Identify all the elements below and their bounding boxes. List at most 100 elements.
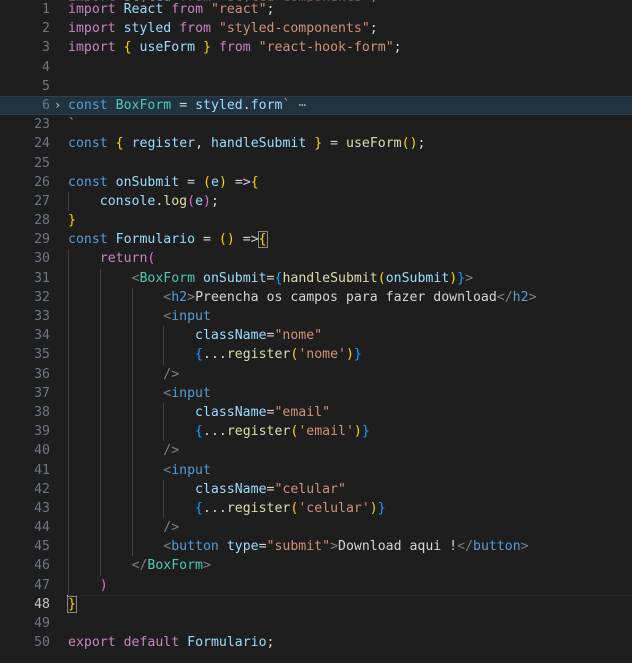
code-line: className="celular" [195,481,346,497]
line-number: 46 [34,558,50,574]
editor-line[interactable]: 26 const onSubmit = (e) =>{ [0,173,632,192]
line-number: 23 [34,117,50,133]
line-number: 30 [34,251,50,267]
editor-line[interactable]: 31 <BoxForm onSubmit={handleSubmit(onSub… [0,268,632,288]
editor-line[interactable]: 2 import styled from "styled-components"… [0,19,632,38]
line-number: 37 [34,385,50,401]
line-number: 27 [34,193,50,209]
line-number: 45 [34,539,50,555]
code-line: </BoxForm> [131,558,211,574]
editor-line[interactable]: 44 /> [0,518,632,538]
line-number: 39 [34,424,50,440]
editor-line[interactable]: 36 /> [0,364,632,384]
line-number: 33 [34,309,50,324]
editor-line[interactable]: 32 <h2>Preencha os campos para fazer dow… [0,287,632,307]
bracket-match: } [67,595,77,613]
line-number: 40 [34,443,50,459]
editor-line[interactable]: 45 <button type="submit">Download aqui !… [0,537,632,557]
editor-line[interactable]: 49 [0,614,632,633]
editor-line[interactable]: 39 {...register('email')} [0,422,632,442]
code-line: /> [163,366,180,382]
editor-line[interactable]: 30 return( [0,249,632,269]
editor-line[interactable]: 37 <input [0,383,632,403]
code-line: const { register, handleSubmit } = useFo… [68,136,426,152]
editor-line[interactable]: 27 console.log(e); [0,191,632,212]
code-line: {...register('email')} [195,424,370,440]
code-line: <input [163,385,211,401]
editor-line[interactable]: 34 className="nome" [0,326,632,346]
editor-line[interactable]: 43 {...register('celular')} [0,498,632,519]
line-number: 28 [34,213,50,229]
code-line: ) [99,577,108,593]
code-line: {...register('celular')} [195,500,386,516]
line-number: 42 [34,481,50,497]
code-editor[interactable]: import styled from "styled-components"; … [0,0,632,663]
editor-line[interactable]: 25 [0,154,632,173]
line-number: 44 [34,520,50,536]
editor-line[interactable]: 47 ) [0,575,632,595]
line-number: 5 [42,78,50,94]
code-line: <h2>Preencha os campos para fazer downlo… [163,289,537,305]
code-line: <BoxForm onSubmit={handleSubmit(onSubmit… [131,270,474,286]
editor-line[interactable]: 33 <input [0,307,632,327]
code-line: console.log(e); [99,193,219,209]
code-line: <input [163,462,211,478]
fold-ellipsis: ⋯ [298,97,307,113]
line-number: 49 [34,616,50,631]
editor-line[interactable]: 46 </BoxForm> [0,556,632,576]
line-number: 34 [34,328,50,344]
code-line: {...register('nome')} [195,347,362,363]
editor-line-folded[interactable]: 6 › const BoxForm = styled.form` ⋯ [0,95,632,116]
editor-line[interactable]: 29 const Formulario = () =>{ [0,230,632,249]
editor-line[interactable]: 5 [0,77,632,96]
line-number: 48 [34,596,50,612]
code-line: } [67,594,632,614]
editor-line[interactable]: 4 [0,58,632,77]
line-number: 41 [34,462,50,478]
line-number: 6 [42,97,50,113]
editor-line[interactable]: 50 export default Formulario; [0,633,632,652]
chevron-right-icon[interactable]: › [54,96,66,115]
line-number: 24 [34,136,50,152]
editor-line[interactable]: 28 } [0,211,632,230]
code-line: className="nome" [195,328,323,344]
code-line: const BoxForm = styled.form` ⋯ [68,97,307,113]
editor-line[interactable]: 23 ` [0,115,632,134]
code-line: export default Formulario; [68,635,275,651]
line-number: 1 [42,2,50,17]
code-line: <input [163,309,211,324]
line-number: 2 [42,21,50,37]
line-number: 29 [34,232,50,248]
code-line: import { useForm } from "react-hook-form… [68,40,402,56]
line-number: 47 [34,577,50,593]
editor-line[interactable]: 41 <input [0,460,632,480]
code-line: const Formulario = () =>{ [68,231,268,249]
line-number: 25 [34,155,50,171]
code-line: import React from "react"; [68,2,275,17]
code-line: const onSubmit = (e) =>{ [68,174,259,190]
code-line: <button type="submit">Download aqui !</b… [163,539,529,555]
editor-line[interactable]: 1 import React from "react"; [0,0,632,19]
editor-line[interactable]: 38 className="email" [0,402,632,423]
editor-line[interactable]: 35 {...register('nome')} [0,345,632,365]
editor-line-active[interactable]: 48 } [0,594,632,614]
code-line: className="email" [195,404,331,420]
code-line: return( [99,251,156,267]
editor-line[interactable]: 40 /> [0,441,632,461]
code-line: /> [163,520,180,536]
code-line: ` [68,117,76,133]
line-number: 26 [34,174,50,190]
line-number: 36 [34,366,50,382]
editor-line[interactable]: 3 import { useForm } from "react-hook-fo… [0,38,632,57]
editor-line[interactable]: 42 className="celular" [0,479,632,499]
code-line: import styled from "styled-components"; [68,21,378,37]
editor-line[interactable]: 24 const { register, handleSubmit } = us… [0,134,632,153]
code-line: } [68,213,76,229]
line-number: 4 [42,59,50,75]
line-number: 3 [42,40,50,56]
line-number: 50 [34,635,50,651]
code-line: /> [163,443,180,459]
line-number: 32 [34,289,50,305]
line-number: 38 [34,404,50,420]
line-number: 35 [34,347,50,363]
